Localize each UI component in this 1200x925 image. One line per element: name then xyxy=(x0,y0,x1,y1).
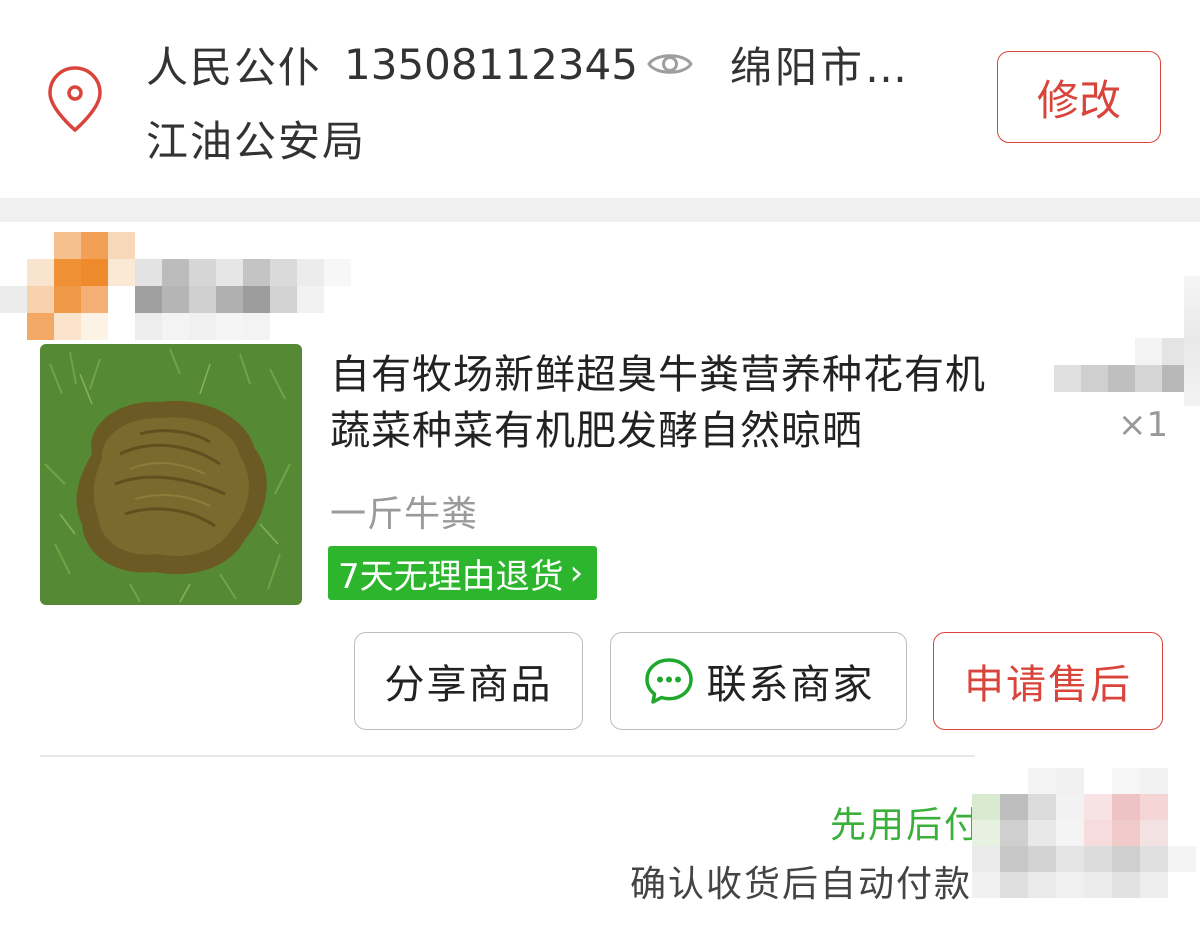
address-city: 绵阳市… xyxy=(729,42,910,92)
product-title[interactable]: 自有牧场新鲜超臭牛粪营养种花有机蔬菜种菜有机肥发酵自然晾晒 xyxy=(330,347,1010,459)
divider xyxy=(40,755,975,757)
product-quantity: ×1 xyxy=(1118,405,1169,445)
recipient-name: 人民公仆 xyxy=(146,42,323,92)
eye-icon[interactable] xyxy=(646,48,694,80)
chat-bubble-icon xyxy=(644,658,693,704)
edge-blur-top xyxy=(1184,276,1200,406)
blurred-price-area xyxy=(1054,338,1189,392)
blurred-amount-area xyxy=(972,768,1196,898)
recipient-phone: 13508112345 xyxy=(344,39,638,89)
shop-name-blurred xyxy=(0,232,351,340)
product-spec: 一斤牛粪 xyxy=(330,494,479,535)
section-separator xyxy=(0,198,1200,222)
address-line-1: 人民公仆 13508112345 绵阳市… xyxy=(146,34,910,94)
contact-merchant-label: 联系商家 xyxy=(706,662,875,708)
product-image[interactable] xyxy=(40,344,302,605)
after-sale-button[interactable]: 申请售后 xyxy=(933,632,1163,730)
auto-pay-note: 确认收货后自动付款 xyxy=(630,864,973,905)
modify-address-button[interactable]: 修改 xyxy=(997,51,1161,143)
contact-merchant-button[interactable]: 联系商家 xyxy=(610,632,907,730)
return-policy-label: 7天无理由退货 xyxy=(338,556,564,597)
pay-later-label: 先用后付 xyxy=(830,805,983,846)
return-policy-badge[interactable]: 7天无理由退货 › xyxy=(328,546,598,600)
address-section[interactable]: 人民公仆 13508112345 绵阳市… 江油公安局 修改 xyxy=(0,0,1200,198)
chevron-right-icon: › xyxy=(569,553,584,593)
location-pin-icon xyxy=(48,66,102,133)
address-detail: 江油公安局 xyxy=(146,117,367,166)
share-product-button[interactable]: 分享商品 xyxy=(354,632,583,730)
